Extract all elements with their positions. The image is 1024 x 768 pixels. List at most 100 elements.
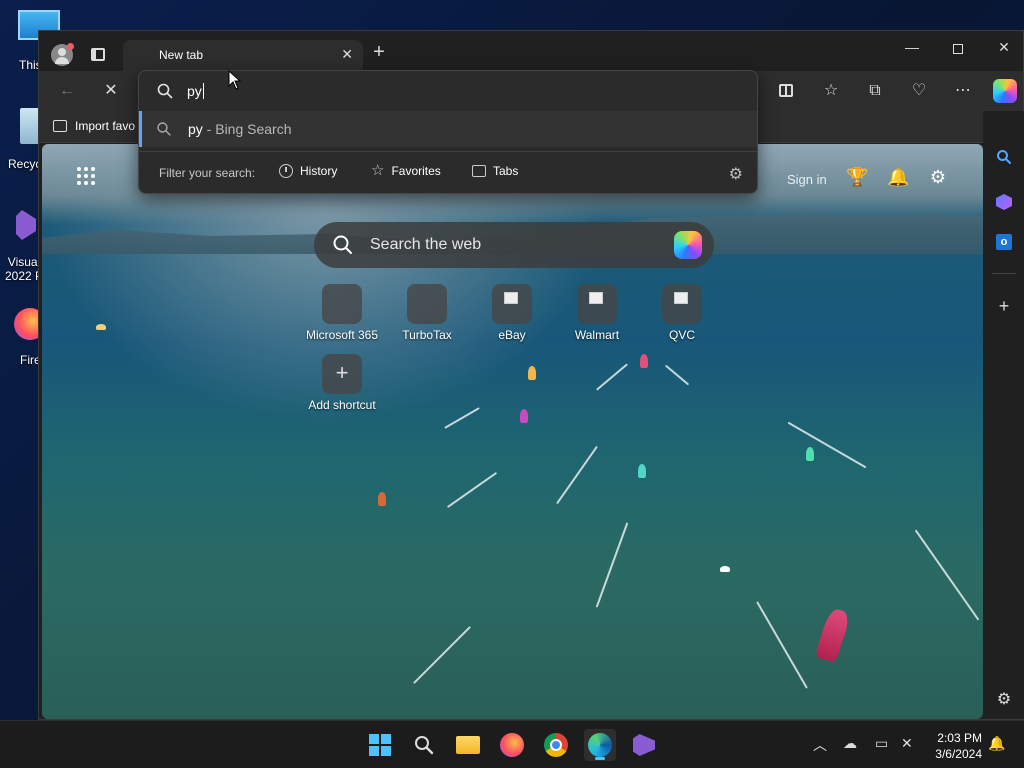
address-bar-text: py xyxy=(187,83,204,99)
ntp-search-box[interactable]: Search the web xyxy=(314,222,714,268)
suggestion-suffix: - Bing Search xyxy=(202,121,292,137)
maximize-button[interactable] xyxy=(943,39,973,61)
settings-more-icon[interactable]: ⋯ xyxy=(953,81,973,101)
taskbar-visual-studio[interactable] xyxy=(628,729,660,761)
history-icon xyxy=(279,164,293,178)
close-window-button[interactable]: ✕ xyxy=(989,39,1019,61)
shortcut-favicon xyxy=(407,284,447,324)
windows-logo-icon xyxy=(369,734,391,756)
sidebar-divider xyxy=(992,273,1016,274)
sidebar-search-icon[interactable] xyxy=(993,149,1015,171)
sidebar-outlook-icon[interactable]: o xyxy=(993,231,1015,253)
shortcut-label: TurboTax xyxy=(402,328,452,342)
import-icon xyxy=(53,120,67,132)
filter-favorites-button[interactable]: ☆ Favorites xyxy=(371,162,441,179)
search-icon xyxy=(157,83,173,99)
sidebar-settings-icon[interactable]: ⚙ xyxy=(993,689,1015,711)
recycle-bin-icon xyxy=(20,108,40,144)
suggestion-term: py xyxy=(188,121,203,137)
taskbar-edge[interactable] xyxy=(584,729,616,761)
suggestion-text: py - Bing Search xyxy=(188,121,292,137)
tab-new-tab[interactable]: New tab ✕ xyxy=(123,40,363,71)
shortcut-label: Walmart xyxy=(574,328,620,342)
filter-history-button[interactable]: History xyxy=(279,164,337,178)
search-placeholder: Search the web xyxy=(370,236,482,253)
add-shortcut-label: Add shortcut xyxy=(308,398,376,412)
rewards-trophy-icon[interactable]: 🏆 xyxy=(846,166,868,188)
minimize-button[interactable]: — xyxy=(897,39,927,61)
search-icon xyxy=(157,122,171,136)
shortcut-favicon xyxy=(577,284,617,324)
stop-loading-icon[interactable]: ✕ xyxy=(101,81,121,101)
new-tab-button[interactable]: + xyxy=(369,42,389,63)
profile-avatar[interactable] xyxy=(51,43,74,66)
network-offline-icon[interactable]: ☁ xyxy=(843,735,857,752)
shortcut-favicon xyxy=(322,284,362,324)
sign-in-link[interactable]: Sign in xyxy=(787,172,827,187)
shortcut-tile[interactable]: Walmart xyxy=(554,284,640,342)
copilot-icon[interactable] xyxy=(993,79,1017,103)
boat xyxy=(814,606,852,664)
favorites-icon[interactable]: ☆ xyxy=(821,81,841,101)
star-icon: ☆ xyxy=(371,162,385,179)
taskbar-firefox[interactable] xyxy=(496,729,528,761)
desktop-icon-label: Recyc xyxy=(8,157,42,171)
broken-image-icon xyxy=(589,292,603,304)
import-favorites-label: Import favo xyxy=(75,119,136,133)
search-filters: Filter your search: History ☆ Favorites … xyxy=(139,151,757,195)
desktop-icon-visual-studio[interactable]: Visual 2022 P xyxy=(0,210,43,283)
page-settings-gear-icon[interactable]: ⚙ xyxy=(927,166,949,188)
edge-sidebar: o + ⚙ xyxy=(984,111,1024,719)
notification-bell-icon[interactable]: 🔔 xyxy=(988,735,1005,752)
start-button[interactable] xyxy=(364,729,396,761)
folder-icon xyxy=(456,736,480,754)
desktop-icon-recycle-bin[interactable]: Recyc xyxy=(0,108,41,171)
copilot-search-icon[interactable] xyxy=(674,231,702,259)
sidebar-copilot-icon[interactable] xyxy=(993,191,1015,213)
visual-studio-icon xyxy=(633,734,655,756)
collections-icon[interactable]: ⧉ xyxy=(865,81,885,101)
tab-actions-icon[interactable] xyxy=(91,48,105,61)
system-clock[interactable]: 2:03 PM 3/6/2024 xyxy=(930,730,982,762)
taskbar-file-explorer[interactable] xyxy=(452,729,484,761)
shortcut-tile[interactable]: eBay xyxy=(469,284,555,342)
search-settings-gear-icon[interactable]: ⚙ xyxy=(729,164,743,184)
filter-tabs-button[interactable]: Tabs xyxy=(472,164,518,178)
shortcut-tile[interactable]: QVC xyxy=(639,284,725,342)
mouse-cursor-icon xyxy=(228,70,242,90)
shortcut-favicon xyxy=(662,284,702,324)
tab-title: New tab xyxy=(159,48,204,62)
broken-image-icon xyxy=(504,292,518,304)
shortcut-tile[interactable]: Microsoft 365 xyxy=(299,284,385,342)
display-icon[interactable]: ▭ xyxy=(875,735,888,752)
tabs-icon xyxy=(472,165,486,177)
import-favorites-button[interactable]: Import favo xyxy=(53,119,135,133)
clock-time: 2:03 PM xyxy=(937,731,982,745)
taskbar-search-button[interactable] xyxy=(408,729,440,761)
title-bar: New tab ✕ + — ✕ xyxy=(39,31,1023,71)
suggestion-item[interactable]: py - Bing Search xyxy=(139,111,757,147)
back-icon[interactable]: ← xyxy=(57,81,77,101)
close-tab-icon[interactable]: ✕ xyxy=(341,46,353,63)
shortcut-tile[interactable]: TurboTax xyxy=(384,284,470,342)
chrome-icon xyxy=(544,733,568,757)
split-screen-icon[interactable] xyxy=(776,81,796,101)
shortcut-label: eBay xyxy=(498,328,526,342)
sidebar-add-icon[interactable]: + xyxy=(993,295,1015,317)
show-hidden-icons-chevron-icon[interactable]: ︿ xyxy=(813,735,827,755)
taskbar-chrome[interactable] xyxy=(540,729,572,761)
shortcut-label: QVC xyxy=(668,328,695,342)
query-text: py xyxy=(187,83,202,99)
volume-muted-icon[interactable]: ✕ xyxy=(901,735,913,752)
add-shortcut-button[interactable]: + Add shortcut xyxy=(299,354,385,412)
taskbar: ︿ ☁ ▭ ✕ 2:03 PM 3/6/2024 🔔 xyxy=(0,720,1024,768)
notifications-bell-icon[interactable]: 🔔 xyxy=(887,166,909,188)
desktop-icon-firefox[interactable]: Fire xyxy=(0,308,46,367)
shortcut-favicon xyxy=(492,284,532,324)
filter-tabs-label: Tabs xyxy=(493,164,519,178)
desktop-icon-this-pc[interactable]: This xyxy=(0,10,60,72)
app-launcher-icon[interactable] xyxy=(77,167,97,187)
filter-favorites-label: Favorites xyxy=(391,164,441,178)
broken-image-icon xyxy=(674,292,688,304)
browser-essentials-icon[interactable]: ♡ xyxy=(909,81,929,101)
